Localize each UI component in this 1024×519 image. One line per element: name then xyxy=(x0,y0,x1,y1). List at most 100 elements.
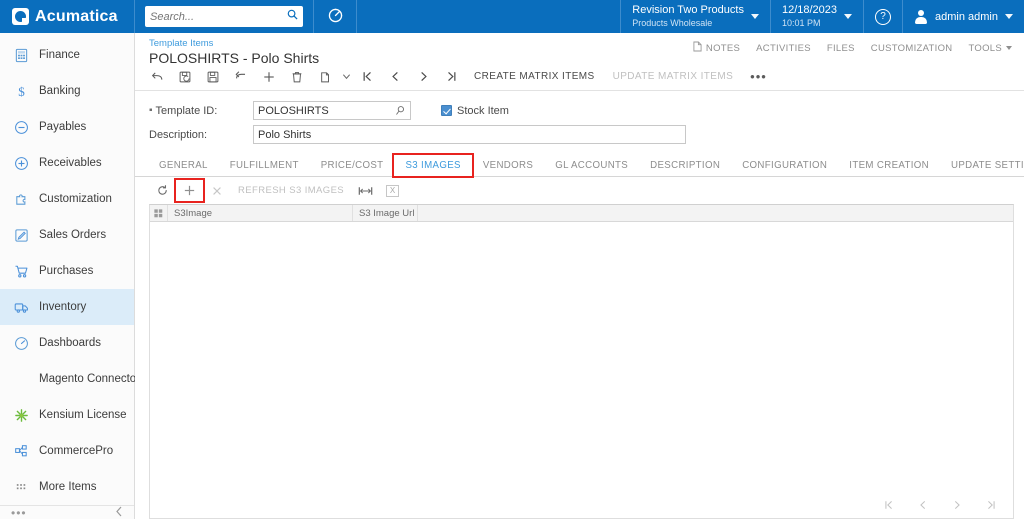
files-button[interactable]: FILES xyxy=(827,43,855,54)
export-excel-box-icon: X xyxy=(386,184,400,197)
tab-s3-images[interactable]: S3 IMAGES xyxy=(392,153,474,178)
left-navigation-sidebar: Finance $ Banking Payables Receivables C… xyxy=(0,33,140,519)
none-icon xyxy=(13,371,30,388)
export-to-excel-icon[interactable]: X xyxy=(379,180,406,201)
first-record-icon[interactable] xyxy=(353,64,381,90)
copy-paste-caret-icon[interactable] xyxy=(339,64,353,90)
sidebar-item-label: Banking xyxy=(39,85,81,97)
undo-icon[interactable] xyxy=(227,64,255,90)
previous-page-icon[interactable] xyxy=(917,499,929,514)
description-field[interactable]: Polo Shirts xyxy=(253,125,686,144)
tab-vendors[interactable]: VENDORS xyxy=(472,155,544,176)
copy-paste-icon[interactable] xyxy=(311,64,339,90)
last-page-icon[interactable] xyxy=(985,499,997,514)
magnifier-selector-icon[interactable] xyxy=(395,105,406,119)
back-arrow-icon[interactable] xyxy=(143,64,171,90)
help-button[interactable]: ? xyxy=(863,0,902,33)
search-box[interactable] xyxy=(145,6,303,27)
finance-calculator-icon xyxy=(13,47,30,64)
tab-bar: GENERAL FULFILLMENT PRICE/COST S3 IMAGES… xyxy=(135,153,1024,178)
ellipsis-icon[interactable]: ••• xyxy=(11,507,27,519)
sidebar-item-receivables[interactable]: Receivables xyxy=(0,145,134,181)
tab-description[interactable]: DESCRIPTION xyxy=(639,155,731,176)
tab-item-creation[interactable]: ITEM CREATION xyxy=(838,155,940,176)
description-row: Description: Polo Shirts xyxy=(149,125,1024,144)
notes-button[interactable]: NOTES xyxy=(693,41,740,55)
sidebar-item-commercepro[interactable]: CommercePro xyxy=(0,433,134,469)
create-matrix-items-button[interactable]: CREATE MATRIX ITEMS xyxy=(465,71,604,82)
sidebar-item-more-items[interactable]: More Items xyxy=(0,469,134,505)
receivables-plus-circle-icon xyxy=(13,155,30,172)
search-icon[interactable] xyxy=(287,9,298,23)
column-settings-icon[interactable] xyxy=(150,205,168,221)
grid-column-header-s3image[interactable]: S3Image xyxy=(168,205,353,221)
kensium-burst-icon xyxy=(13,407,30,424)
business-date-selector[interactable]: 12/18/2023 10:01 PM xyxy=(769,0,863,33)
next-page-icon[interactable] xyxy=(951,499,963,514)
company-branch-selector[interactable]: Revision Two Products Products Wholesale xyxy=(620,0,770,33)
global-search-container xyxy=(135,0,314,33)
delete-record-icon[interactable] xyxy=(283,64,311,90)
main-content-area: Template Items POLOSHIRTS - Polo Shirts … xyxy=(135,33,1024,519)
tab-price-cost[interactable]: PRICE/COST xyxy=(310,155,395,176)
update-matrix-items-button: UPDATE MATRIX ITEMS xyxy=(612,71,734,82)
grid-column-header-s3-image-url[interactable]: S3 Image Url xyxy=(353,205,418,221)
help-question-icon: ? xyxy=(875,8,892,25)
add-row-plus-icon[interactable] xyxy=(174,178,205,203)
description-label-text: Description: xyxy=(149,128,208,141)
tab-update-settings[interactable]: UPDATE SETTINGS xyxy=(940,155,1024,176)
business-date: 12/18/2023 xyxy=(781,4,838,16)
company-name: Revision Two Products xyxy=(632,4,744,16)
chevron-left-icon[interactable] xyxy=(115,506,123,519)
first-page-icon[interactable] xyxy=(883,499,895,514)
sidebar-footer: ••• xyxy=(0,505,134,519)
s3-images-grid: S3Image S3 Image Url xyxy=(149,204,1014,519)
last-record-icon[interactable] xyxy=(437,64,465,90)
sidebar-item-magento-connector[interactable]: Magento Connector xyxy=(0,361,140,397)
sidebar-item-sales-orders[interactable]: Sales Orders xyxy=(0,217,134,253)
sidebar-item-customization[interactable]: Customization xyxy=(0,181,134,217)
brand-name: Acumatica xyxy=(35,7,118,25)
brand-home-link[interactable]: Acumatica xyxy=(0,0,135,33)
next-record-icon[interactable] xyxy=(409,64,437,90)
files-label: FILES xyxy=(826,42,855,54)
sidebar-item-purchases[interactable]: Purchases xyxy=(0,253,134,289)
sidebar-item-finance[interactable]: Finance xyxy=(0,37,134,73)
stock-item-checkbox-wrap[interactable]: Stock Item xyxy=(441,105,509,117)
add-new-record-icon[interactable] xyxy=(255,64,283,90)
page-title: POLOSHIRTS - Polo Shirts xyxy=(149,50,320,66)
sidebar-item-label: CommercePro xyxy=(39,445,114,457)
sidebar-item-inventory[interactable]: Inventory xyxy=(0,289,134,325)
description-value: Polo Shirts xyxy=(258,128,312,141)
tab-fulfillment[interactable]: FULFILLMENT xyxy=(219,155,310,176)
save-icon[interactable] xyxy=(199,64,227,90)
sidebar-item-kensium-license[interactable]: Kensium License xyxy=(0,397,134,433)
user-menu[interactable]: admin admin xyxy=(902,0,1024,33)
user-name: admin admin xyxy=(935,10,998,23)
sidebar-item-banking[interactable]: $ Banking xyxy=(0,73,134,109)
fit-columns-icon[interactable] xyxy=(352,180,379,201)
stock-item-checkbox[interactable] xyxy=(441,105,452,116)
tab-configuration[interactable]: CONFIGURATION xyxy=(731,155,838,176)
payables-minus-circle-icon xyxy=(13,119,30,136)
activities-button[interactable]: ACTIVITIES xyxy=(756,43,811,54)
sidebar-item-dashboards[interactable]: Dashboards xyxy=(0,325,134,361)
template-id-row: ▪ Template ID: POLOSHIRTS Stock Item xyxy=(149,101,1024,120)
tools-button[interactable]: TOOLS xyxy=(968,43,1012,54)
recently-viewed-button[interactable] xyxy=(314,0,357,33)
previous-record-icon[interactable] xyxy=(381,64,409,90)
breadcrumb[interactable]: Template Items xyxy=(149,38,319,49)
form-toolbar: CREATE MATRIX ITEMS UPDATE MATRIX ITEMS … xyxy=(135,63,1024,91)
customization-button[interactable]: CUSTOMIZATION xyxy=(871,43,953,54)
toolbar-overflow-ellipsis-icon[interactable]: ••• xyxy=(742,69,775,84)
sidebar-item-label: Finance xyxy=(39,49,80,61)
customization-puzzle-icon xyxy=(13,191,30,208)
sidebar-item-payables[interactable]: Payables xyxy=(0,109,134,145)
tab-general[interactable]: GENERAL xyxy=(148,155,219,176)
save-and-close-icon[interactable] xyxy=(171,64,199,90)
tab-gl-accounts[interactable]: GL ACCOUNTS xyxy=(544,155,639,176)
refresh-icon[interactable] xyxy=(149,180,176,201)
search-input[interactable] xyxy=(150,10,284,23)
template-id-field[interactable]: POLOSHIRTS xyxy=(253,101,411,120)
customization-label: CUSTOMIZATION xyxy=(870,42,953,54)
